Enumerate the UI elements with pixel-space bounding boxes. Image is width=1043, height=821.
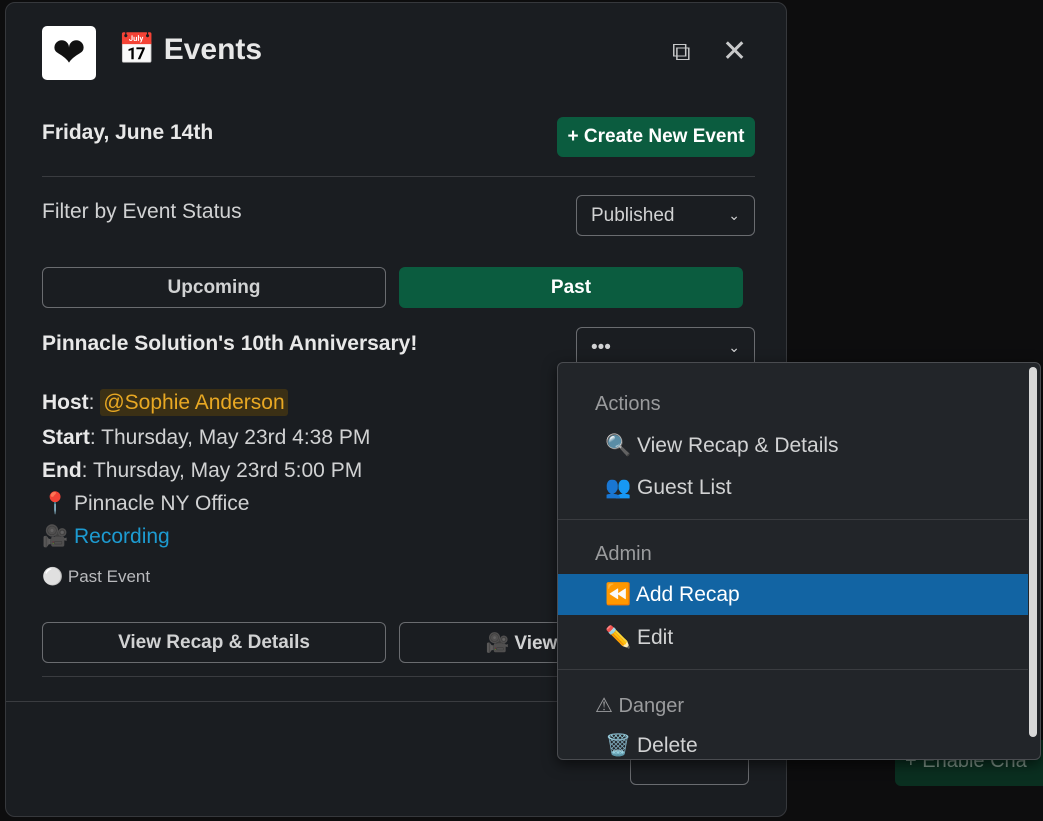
menu-divider — [558, 669, 1028, 670]
host-label: Host — [42, 391, 89, 414]
date-heading: Friday, June 14th — [42, 121, 214, 144]
menu-scrollbar[interactable] — [1029, 367, 1037, 737]
end-label: End — [42, 459, 82, 482]
view-recap-button[interactable]: View Recap & Details — [42, 622, 386, 663]
recording-line: 🎥 Recording — [42, 525, 170, 549]
filter-label: Filter by Event Status — [42, 200, 242, 223]
create-event-button[interactable]: + Create New Event — [557, 117, 755, 157]
menu-item-add-recap[interactable]: ⏪ Add Recap — [558, 574, 1028, 615]
menu-header-admin: Admin — [595, 543, 652, 565]
copy-icon[interactable]: ⧉ — [672, 36, 691, 68]
status-filter-select[interactable]: Published ⌄ — [576, 195, 755, 236]
start-value: : Thursday, May 23rd 4:38 PM — [89, 426, 371, 449]
host-mention[interactable]: @Sophie Anderson — [100, 389, 288, 416]
heart-rope-logo-icon: ❤ — [42, 26, 96, 80]
chevron-down-icon: ⌄ — [728, 339, 740, 355]
modal-title: 📅 Events — [118, 33, 263, 66]
menu-header-danger: ⚠ Danger — [595, 695, 685, 717]
menu-item-guest-list[interactable]: 👥 Guest List — [558, 467, 1028, 508]
status-filter-value: Published — [591, 204, 675, 226]
tab-upcoming[interactable]: Upcoming — [42, 267, 386, 308]
location: 📍 Pinnacle NY Office — [42, 492, 250, 515]
menu-divider — [558, 519, 1028, 520]
host-line: Host: @Sophie Anderson — [42, 389, 288, 416]
menu-item-edit[interactable]: ✏️ Edit — [558, 617, 1028, 658]
overflow-label: ••• — [591, 336, 611, 358]
menu-header-actions: Actions — [595, 393, 661, 415]
divider — [42, 176, 755, 177]
film-camera-icon: 🎥 — [42, 525, 69, 548]
menu-item-view-recap[interactable]: 🔍 View Recap & Details — [558, 425, 1028, 466]
start-label: Start — [42, 426, 90, 449]
tab-past[interactable]: Past — [399, 267, 743, 308]
event-actions-menu: Actions 🔍 View Recap & Details 👥 Guest L… — [557, 362, 1041, 760]
chevron-down-icon: ⌄ — [728, 207, 740, 223]
close-icon[interactable]: ✕ — [722, 34, 747, 69]
menu-item-delete[interactable]: 🗑️ Delete — [558, 725, 1028, 759]
event-title: Pinnacle Solution's 10th Anniversary! — [42, 332, 418, 355]
past-event-status: ⚪ Past Event — [42, 567, 151, 586]
recording-link[interactable]: Recording — [74, 525, 170, 548]
end-line: End: Thursday, May 23rd 5:00 PM — [42, 459, 362, 483]
start-line: Start: Thursday, May 23rd 4:38 PM — [42, 426, 370, 450]
end-value: : Thursday, May 23rd 5:00 PM — [81, 459, 363, 482]
